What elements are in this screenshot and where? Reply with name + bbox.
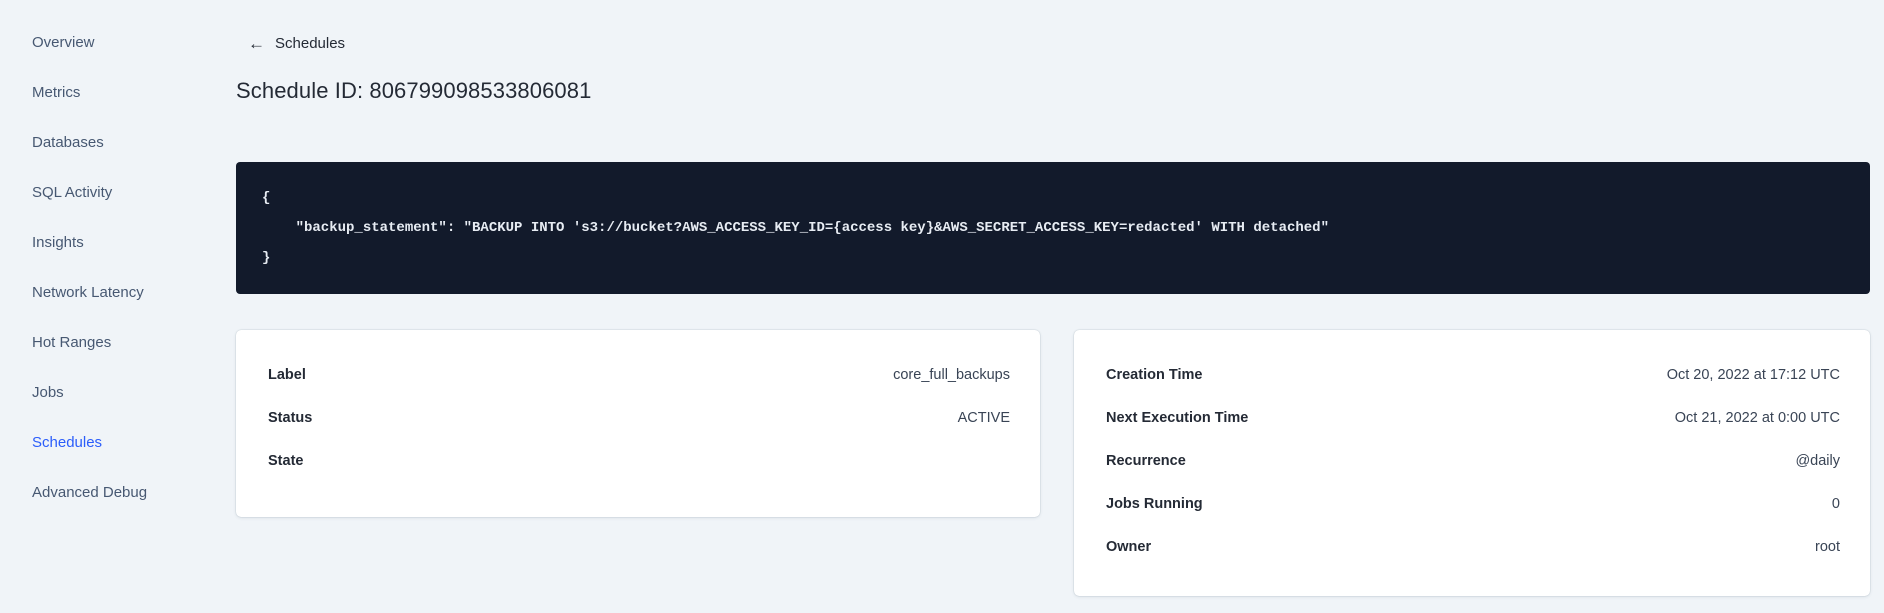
info-row-jobs-running: Jobs Running 0 xyxy=(1106,493,1840,515)
schedule-timing-card: Creation Time Oct 20, 2022 at 17:12 UTC … xyxy=(1074,330,1870,596)
info-row-status: Status ACTIVE xyxy=(268,407,1010,429)
summary-cards-row: Label core_full_backups Status ACTIVE St… xyxy=(236,330,1870,596)
app-root: Overview Metrics Databases SQL Activity … xyxy=(0,0,1884,613)
info-row-recurrence-value: @daily xyxy=(1795,453,1840,469)
schedule-definition-block: { "backup_statement": "BACKUP INTO 's3:/… xyxy=(236,162,1870,294)
info-row-owner-value: root xyxy=(1815,539,1840,555)
sidebar-item-insights[interactable]: Insights xyxy=(32,232,84,254)
page-title: Schedule ID: 806799098533806081 xyxy=(236,78,592,103)
sidebar-item-advanced-debug[interactable]: Advanced Debug xyxy=(32,482,147,504)
sidebar-nav: Overview Metrics Databases SQL Activity … xyxy=(0,0,200,613)
sidebar-item-metrics[interactable]: Metrics xyxy=(32,82,80,104)
main-content: ← Schedules Schedule ID: 806799098533806… xyxy=(200,0,1884,613)
sidebar-item-jobs[interactable]: Jobs xyxy=(32,382,64,404)
info-row-status-value: ACTIVE xyxy=(957,410,1010,426)
info-row-state-key: State xyxy=(268,453,304,469)
sidebar-item-list: Overview Metrics Databases SQL Activity … xyxy=(32,32,200,504)
info-row-recurrence: Recurrence @daily xyxy=(1106,450,1840,472)
info-row-recurrence-key: Recurrence xyxy=(1106,453,1186,469)
schedule-details-card: Label core_full_backups Status ACTIVE St… xyxy=(236,330,1040,517)
sidebar-item-databases[interactable]: Databases xyxy=(32,132,104,154)
sidebar-item-schedules[interactable]: Schedules xyxy=(32,432,102,454)
schedule-definition-code: { "backup_statement": "BACKUP INTO 's3:/… xyxy=(262,190,1329,266)
back-link-schedules[interactable]: ← Schedules xyxy=(248,35,345,52)
info-row-next-execution-time: Next Execution Time Oct 21, 2022 at 0:00… xyxy=(1106,407,1840,429)
sidebar-item-network-latency[interactable]: Network Latency xyxy=(32,282,144,304)
info-row-creation-time-key: Creation Time xyxy=(1106,367,1203,383)
info-row-state: State xyxy=(268,450,1010,472)
back-link-label: Schedules xyxy=(275,35,346,52)
sidebar-item-hot-ranges[interactable]: Hot Ranges xyxy=(32,332,111,354)
back-arrow-icon: ← xyxy=(248,34,265,53)
info-row-label: Label core_full_backups xyxy=(268,364,1010,386)
info-row-label-value: core_full_backups xyxy=(893,367,1010,383)
sidebar-item-overview[interactable]: Overview xyxy=(32,32,95,54)
info-row-owner: Owner root xyxy=(1106,536,1840,558)
sidebar-item-sql-activity[interactable]: SQL Activity xyxy=(32,182,112,204)
info-row-creation-time: Creation Time Oct 20, 2022 at 17:12 UTC xyxy=(1106,364,1840,386)
info-row-creation-time-value: Oct 20, 2022 at 17:12 UTC xyxy=(1666,367,1840,383)
info-row-owner-key: Owner xyxy=(1106,539,1152,555)
info-row-next-execution-time-value: Oct 21, 2022 at 0:00 UTC xyxy=(1674,410,1840,426)
info-row-status-key: Status xyxy=(268,410,313,426)
info-row-jobs-running-value: 0 xyxy=(1831,496,1840,512)
info-row-label-key: Label xyxy=(268,367,306,383)
info-row-jobs-running-key: Jobs Running xyxy=(1106,496,1203,512)
info-row-next-execution-time-key: Next Execution Time xyxy=(1106,410,1249,426)
